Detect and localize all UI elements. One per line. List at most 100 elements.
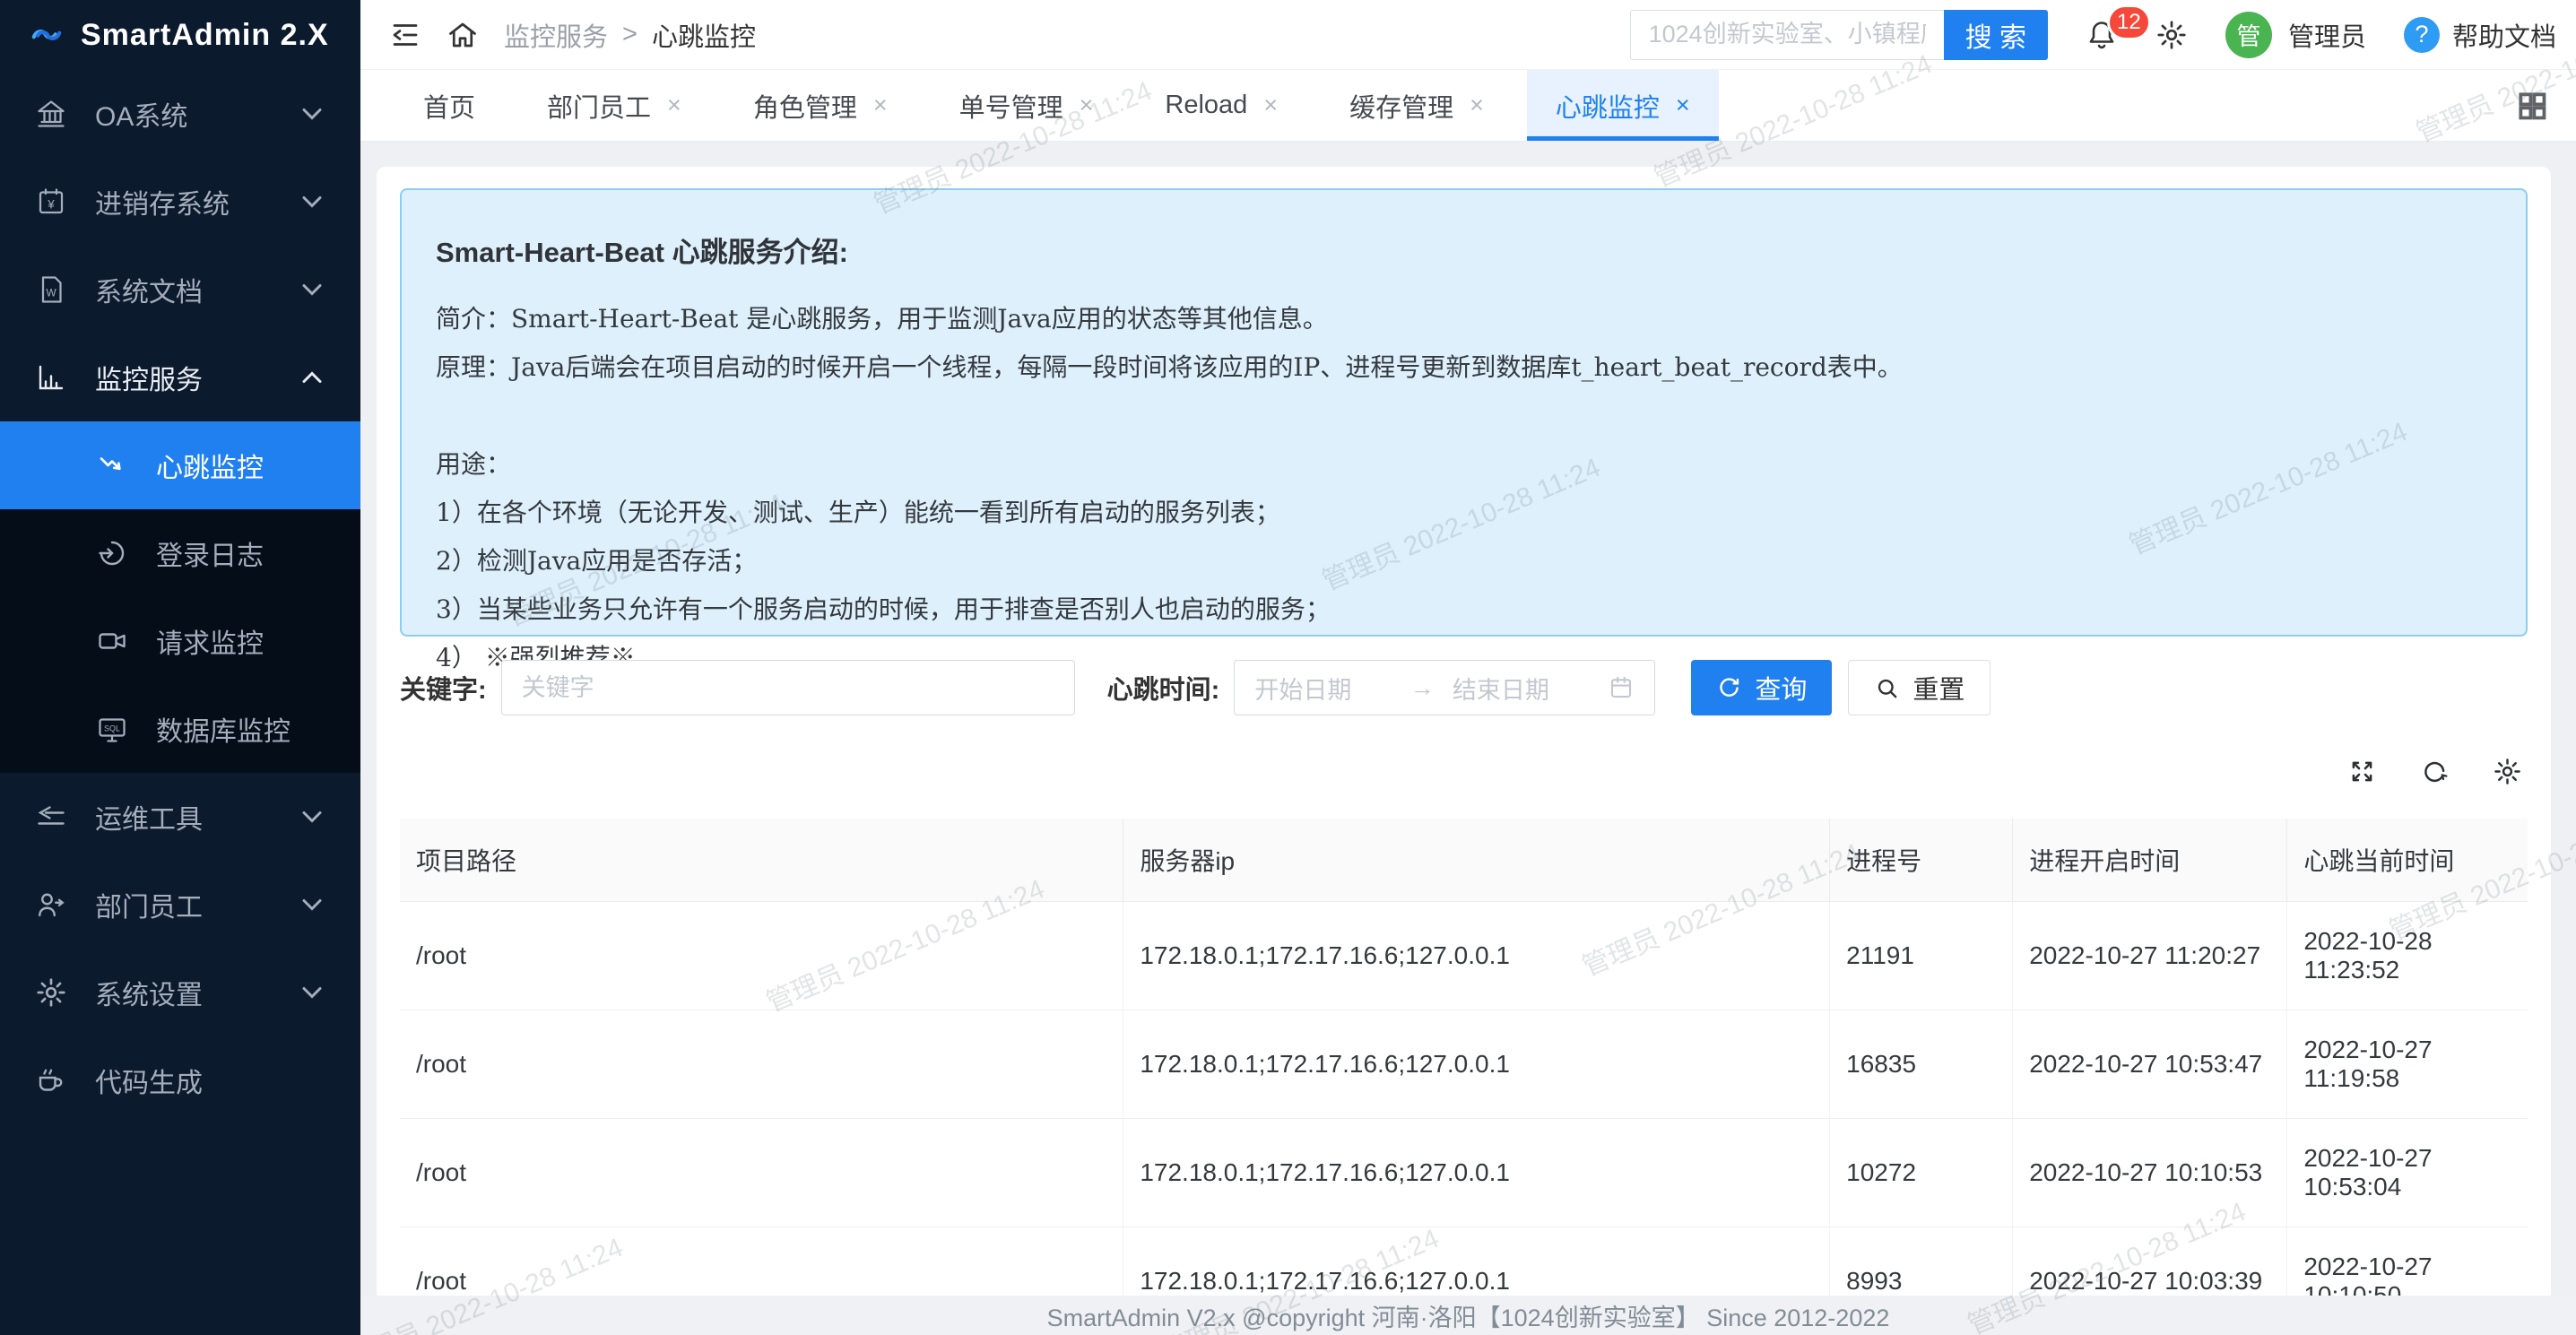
sidebar-item-oa[interactable]: OA系统 bbox=[0, 70, 360, 158]
intro-line bbox=[436, 392, 2492, 440]
close-icon[interactable]: × bbox=[1080, 91, 1094, 119]
cell-process-no: 16835 bbox=[1830, 1010, 2013, 1119]
sidebar-submenu-monitor: 心跳监控 登录日志 请求监控 SQL bbox=[0, 421, 360, 773]
tabbar: 首页 部门员工 × 角色管理 × 单号管理 × Reload × 缓存管理 × bbox=[360, 70, 2576, 142]
tab-home[interactable]: 首页 bbox=[395, 70, 504, 141]
refresh-icon bbox=[1716, 675, 1742, 701]
sidebar-item-ops[interactable]: 运维工具 bbox=[0, 773, 360, 861]
sidebar-item-label: 请求监控 bbox=[156, 621, 328, 661]
filter-row: 关键字: 心跳时间: 开始日期 → 结束日期 bbox=[400, 660, 2528, 715]
database-monitor-icon: SQL bbox=[93, 710, 131, 748]
sidebar-item-login-log[interactable]: 登录日志 bbox=[0, 509, 360, 597]
sidebar-item-docs[interactable]: W 系统文档 bbox=[0, 246, 360, 334]
column-header-project-path: 项目路径 bbox=[400, 819, 1123, 902]
intro-line: 1）在各个环境（无论开发、测试、生产）能统一看到所有启动的服务列表； bbox=[436, 489, 2492, 537]
close-icon[interactable]: × bbox=[1470, 91, 1484, 119]
heartbeat-table: 项目路径 服务器ip 进程号 进程开启时间 心跳当前时间 /root 172.1… bbox=[400, 819, 2528, 1335]
content-card: Smart-Heart-Beat 心跳服务介绍: 简介：Smart-Heart-… bbox=[377, 167, 2551, 1335]
column-settings-gear-icon[interactable] bbox=[2493, 757, 2522, 786]
main-area: 监控服务 > 心跳监控 搜 索 12 管 管理员 bbox=[360, 0, 2576, 1335]
chevron-down-icon bbox=[296, 889, 328, 921]
tab-reload[interactable]: Reload × bbox=[1136, 70, 1306, 141]
close-icon[interactable]: × bbox=[667, 91, 681, 119]
reset-button[interactable]: 重置 bbox=[1848, 660, 1991, 715]
close-icon[interactable]: × bbox=[1676, 91, 1690, 119]
heartbeat-time-label: 心跳时间: bbox=[1107, 669, 1220, 707]
date-range-arrow: → bbox=[1410, 674, 1435, 702]
cell-process-no: 10272 bbox=[1830, 1119, 2013, 1227]
global-search-input[interactable] bbox=[1630, 10, 1944, 60]
tab-serial-number[interactable]: 单号管理 × bbox=[931, 70, 1123, 141]
department-icon bbox=[32, 886, 70, 923]
ops-tools-icon bbox=[32, 798, 70, 836]
intro-line: 原理：Java后端会在项目启动的时候开启一个线程，每隔一段时间将该应用的IP、进… bbox=[436, 343, 2492, 392]
sidebar-item-label: 运维工具 bbox=[95, 797, 296, 837]
intro-line: 简介：Smart-Heart-Beat 是心跳服务，用于监测Java应用的状态等… bbox=[436, 295, 2492, 343]
chevron-up-icon bbox=[296, 361, 328, 394]
tab-roles[interactable]: 角色管理 × bbox=[724, 70, 916, 141]
chevron-down-icon bbox=[296, 273, 328, 306]
close-icon[interactable]: × bbox=[873, 91, 888, 119]
sidebar-item-invoicing[interactable]: ¥ 进销存系统 bbox=[0, 158, 360, 246]
help-label: 帮助文档 bbox=[2452, 16, 2556, 54]
date-end-placeholder[interactable]: 结束日期 bbox=[1453, 671, 1591, 706]
intro-line: 用途： bbox=[436, 440, 2492, 489]
cell-server-ip: 172.18.0.1;172.17.16.6;127.0.0.1 bbox=[1123, 902, 1830, 1010]
gear-icon[interactable] bbox=[2155, 19, 2188, 51]
notification-badge: 12 bbox=[2107, 4, 2151, 40]
cell-process-start-time: 2022-10-27 10:53:47 bbox=[2013, 1010, 2287, 1119]
sidebar-item-label: 部门员工 bbox=[95, 885, 296, 924]
tab-layout-grid-icon[interactable] bbox=[2515, 89, 2549, 123]
app-title: SmartAdmin 2.X bbox=[81, 18, 329, 53]
sidebar-item-label: 监控服务 bbox=[95, 358, 296, 397]
notification-bell-icon[interactable]: 12 bbox=[2086, 19, 2118, 51]
fullscreen-icon[interactable] bbox=[2347, 757, 2377, 786]
search-button[interactable]: 搜 索 bbox=[1944, 10, 2048, 60]
sidebar-item-heartbeat[interactable]: 心跳监控 bbox=[0, 421, 360, 509]
chevron-down-icon bbox=[296, 801, 328, 833]
smartadmin-logo-icon bbox=[30, 19, 63, 51]
footer: SmartAdmin V2.x @copyright 河南·洛阳【1024创新实… bbox=[360, 1296, 2576, 1335]
help-link[interactable]: ? 帮助文档 bbox=[2404, 16, 2556, 54]
keyword-label: 关键字: bbox=[400, 669, 487, 707]
date-start-placeholder[interactable]: 开始日期 bbox=[1254, 671, 1392, 706]
cell-process-start-time: 2022-10-27 11:20:27 bbox=[2013, 902, 2287, 1010]
bank-icon bbox=[32, 95, 70, 133]
sidebar-item-label: OA系统 bbox=[95, 94, 296, 134]
close-icon[interactable]: × bbox=[1263, 91, 1278, 119]
calendar-icon bbox=[1608, 674, 1635, 701]
tab-cache[interactable]: 缓存管理 × bbox=[1321, 70, 1513, 141]
chevron-down-icon bbox=[296, 186, 328, 218]
sidebar: SmartAdmin 2.X OA系统 ¥ 进销存系统 bbox=[0, 0, 360, 1335]
home-icon[interactable] bbox=[447, 19, 479, 51]
chevron-down-icon bbox=[296, 976, 328, 1009]
sidebar-item-monitor[interactable]: 监控服务 bbox=[0, 334, 360, 421]
cell-process-start-time: 2022-10-27 10:10:53 bbox=[2013, 1119, 2287, 1227]
sidebar-item-settings[interactable]: 系统设置 bbox=[0, 949, 360, 1036]
refresh-icon[interactable] bbox=[2420, 757, 2450, 786]
date-range-picker[interactable]: 开始日期 → 结束日期 bbox=[1234, 660, 1655, 715]
content-area: Smart-Heart-Beat 心跳服务介绍: 简介：Smart-Heart-… bbox=[360, 142, 2576, 1335]
question-icon: ? bbox=[2404, 17, 2440, 53]
column-header-process-no: 进程号 bbox=[1830, 819, 2013, 902]
sidebar-item-request-monitor[interactable]: 请求监控 bbox=[0, 597, 360, 685]
column-header-process-start-time: 进程开启时间 bbox=[2013, 819, 2287, 902]
user-menu[interactable]: 管 管理员 bbox=[2225, 12, 2366, 58]
sidebar-item-department[interactable]: 部门员工 bbox=[0, 861, 360, 949]
cell-project-path: /root bbox=[400, 1010, 1123, 1119]
cell-project-path: /root bbox=[400, 1119, 1123, 1227]
tab-heartbeat[interactable]: 心跳监控 × bbox=[1527, 70, 1719, 141]
keyword-input[interactable] bbox=[501, 660, 1075, 715]
app-logo[interactable]: SmartAdmin 2.X bbox=[0, 0, 360, 70]
column-header-server-ip: 服务器ip bbox=[1123, 819, 1830, 902]
intro-line: 3）当某些业务只允许有一个服务启动的时候，用于排查是否别人也启动的服务； bbox=[436, 585, 2492, 634]
user-name: 管理员 bbox=[2288, 16, 2366, 54]
cell-heartbeat-time: 2022-10-27 11:19:58 bbox=[2287, 1010, 2528, 1119]
sidebar-item-db-monitor[interactable]: SQL 数据库监控 bbox=[0, 685, 360, 773]
tab-department[interactable]: 部门员工 × bbox=[518, 70, 710, 141]
intro-title: Smart-Heart-Beat 心跳服务介绍: bbox=[436, 230, 2492, 270]
query-button[interactable]: 查询 bbox=[1691, 660, 1832, 715]
collapse-sidebar-icon[interactable] bbox=[389, 19, 421, 51]
breadcrumb-parent[interactable]: 监控服务 bbox=[504, 16, 608, 54]
sidebar-item-codegen[interactable]: 代码生成 bbox=[0, 1036, 360, 1124]
